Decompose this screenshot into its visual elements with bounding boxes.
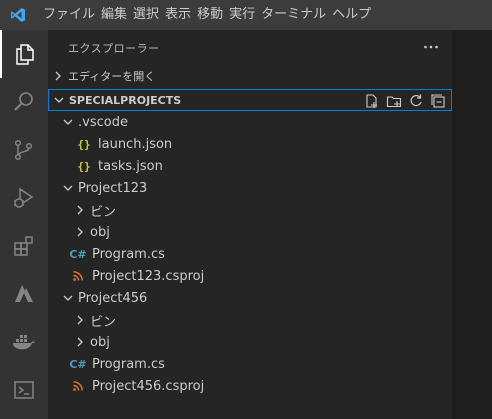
- chevron-down-icon: [54, 97, 64, 103]
- docker-activity-button[interactable]: [0, 318, 48, 366]
- refresh-button[interactable]: [407, 92, 425, 110]
- azure-icon: [15, 285, 33, 302]
- rss-file-icon: [70, 378, 86, 394]
- new-file-button[interactable]: [363, 92, 381, 110]
- source-control-icon: [14, 139, 33, 161]
- tree-item-launch-json[interactable]: {} launch.json: [48, 133, 480, 155]
- run-debug-icon: [14, 187, 34, 208]
- ellipsis-icon[interactable]: [422, 38, 440, 56]
- rss-file-icon: [70, 268, 86, 284]
- terminal-activity-button[interactable]: [0, 366, 48, 414]
- title-bar: ファイル 編集 選択 表示 移動 実行 ターミナル ヘルプ: [0, 0, 492, 30]
- tree-item-label: Project456: [78, 290, 148, 306]
- tree-item-obj-folder[interactable]: obj: [48, 221, 476, 243]
- extensions-activity-button[interactable]: [0, 222, 48, 270]
- tree-item-label: .vscode: [78, 114, 128, 130]
- new-file-icon: [366, 94, 377, 108]
- tree-item-label: Project123.csproj: [92, 268, 205, 284]
- tree-item-project123-folder[interactable]: Project123: [48, 177, 464, 199]
- tree-item-label: Program.cs: [92, 246, 165, 262]
- open-editors-label: エディターを開く: [68, 70, 156, 83]
- tree-item-obj-folder[interactable]: obj: [48, 331, 476, 353]
- sidebar-header: エクスプローラー: [48, 30, 452, 65]
- collapse-all-button[interactable]: [429, 92, 447, 110]
- chevron-down-icon: [63, 119, 73, 125]
- root-actions: [363, 92, 447, 110]
- menu-selection[interactable]: 選択: [130, 0, 162, 30]
- new-folder-icon: [386, 96, 402, 108]
- tree-item-label: Project123: [78, 180, 148, 196]
- tree-item-program-cs[interactable]: C# Program.cs: [48, 243, 474, 265]
- menu-run[interactable]: 実行: [226, 0, 258, 30]
- tree-item-label: obj: [90, 224, 110, 240]
- search-icon: [14, 92, 33, 111]
- chevron-right-icon: [77, 227, 83, 237]
- chevron-right-icon: [77, 337, 83, 347]
- tree-item-vscode-folder[interactable]: .vscode: [48, 111, 464, 133]
- tree-item-tasks-json[interactable]: {} tasks.json: [48, 155, 480, 177]
- tree-item-label: Program.cs: [92, 356, 165, 372]
- refresh-icon: [410, 94, 422, 107]
- explorer-sidebar: エクスプローラー エディターを開く SPECIALPROJECTS .vscod…: [48, 30, 452, 419]
- menu-edit[interactable]: 編集: [98, 0, 130, 30]
- sidebar-title: エクスプローラー: [68, 41, 160, 55]
- explorer-activity-button[interactable]: [0, 30, 48, 78]
- menu-file[interactable]: ファイル: [40, 0, 98, 30]
- tree-item-program-cs[interactable]: C# Program.cs: [48, 353, 474, 375]
- json-file-icon: {}: [77, 159, 91, 173]
- azure-activity-button[interactable]: [0, 270, 48, 318]
- menu-bar: ファイル 編集 選択 表示 移動 実行 ターミナル ヘルプ: [40, 0, 374, 30]
- tree-item-label: Project456.csproj: [92, 378, 205, 394]
- chevron-right-icon: [77, 205, 83, 215]
- run-debug-activity-button[interactable]: [0, 174, 48, 222]
- tree-item-project456-csproj[interactable]: Project456.csproj: [48, 375, 474, 397]
- menu-view[interactable]: 表示: [162, 0, 194, 30]
- extensions-icon: [14, 236, 33, 256]
- vscode-logo-icon: [11, 8, 25, 22]
- tree-item-label: ビン: [90, 204, 117, 220]
- activity-bar: [0, 30, 48, 419]
- files-icon: [16, 44, 34, 65]
- root-folder-label: SPECIALPROJECTS: [69, 93, 182, 107]
- chevron-down-icon: [63, 185, 73, 191]
- tree-item-bin-folder[interactable]: ビン: [48, 309, 476, 331]
- tree-item-project456-folder[interactable]: Project456: [48, 287, 464, 309]
- terminal-icon: [14, 381, 34, 399]
- menu-help[interactable]: ヘルプ: [329, 0, 374, 30]
- search-activity-button[interactable]: [0, 78, 48, 126]
- root-folder-section[interactable]: SPECIALPROJECTS: [48, 89, 452, 111]
- collapse-all-icon: [431, 94, 445, 108]
- tree-item-label: tasks.json: [98, 158, 163, 174]
- docker-icon: [13, 335, 35, 350]
- chevron-right-icon: [77, 315, 83, 325]
- tree-item-label: obj: [90, 334, 110, 350]
- chevron-down-icon: [63, 295, 73, 301]
- source-control-activity-button[interactable]: [0, 126, 48, 174]
- tree-item-label: ビン: [90, 314, 117, 330]
- open-editors-section[interactable]: エディターを開く: [48, 65, 452, 87]
- tree-item-bin-folder[interactable]: ビン: [48, 199, 476, 221]
- csharp-file-icon: C#: [69, 247, 87, 261]
- menu-go[interactable]: 移動: [194, 0, 226, 30]
- csharp-file-icon: C#: [69, 357, 87, 371]
- chevron-right-icon: [55, 71, 61, 81]
- menu-terminal[interactable]: ターミナル: [258, 0, 329, 30]
- new-folder-button[interactable]: [385, 92, 403, 110]
- json-file-icon: {}: [77, 137, 91, 151]
- tree-item-label: launch.json: [98, 136, 173, 152]
- tree-item-project123-csproj[interactable]: Project123.csproj: [48, 265, 474, 287]
- editor-area: [452, 30, 492, 419]
